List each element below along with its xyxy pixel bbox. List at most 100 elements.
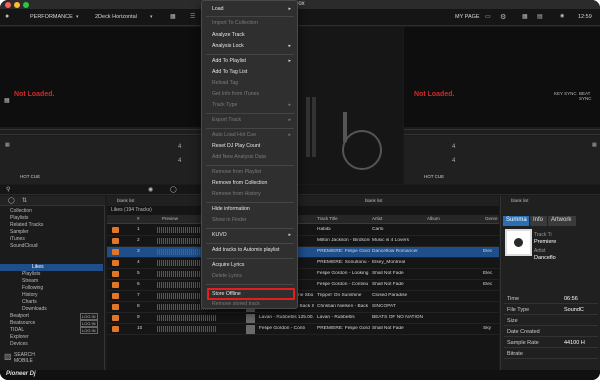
sidebar-item-likes[interactable]: Likes [0,264,103,271]
deck-2-overview[interactable] [404,129,600,135]
row-artist: PREMIERE: Sonu5onu - Rub [317,260,370,265]
tidal-login-button[interactable]: LOG IN [80,327,98,334]
sidebar-item-playlists[interactable]: Playlists [10,215,28,221]
column-artist[interactable]: Artist [372,216,382,221]
sort-icon[interactable]: ⇅ [22,197,27,204]
table-row[interactable]: 2 Milton Jackson - Birdsons Music is 4 L… [107,236,499,247]
globe-icon[interactable]: ◯ [8,197,15,204]
table-row[interactable]: 7 Trippin' On Sunshine Sbo 120.00 Am Tri… [107,291,499,302]
gear-icon[interactable]: ⚙ [500,13,506,21]
key-sync-button[interactable]: KEY SYNC [554,91,577,96]
track-tag-icon [112,260,119,266]
menu-item-hide-information[interactable]: Hide information [212,206,250,212]
preview-waveform[interactable] [157,326,217,332]
mixer-icon[interactable]: ☰ [190,13,195,20]
tab-artwork[interactable]: Artwork [548,216,576,226]
menu-item-analyze-track[interactable]: Analyze Track [212,32,245,38]
sidebar-item-tidal[interactable]: TIDAL [10,327,24,333]
column-track-title[interactable]: Track Title [317,216,338,221]
row-album: Elsey_Montreal [372,260,406,265]
column-number[interactable]: # [137,216,140,221]
table-row[interactable]: 10 Felipe Gordon - Conti PREMIERE: Felip… [107,324,499,335]
menu-item-acquire-lyrics[interactable]: Acquire Lyrics [212,262,244,268]
beat-loop-value[interactable]: 4 [452,144,455,150]
sidebar-item-sc-playlists[interactable]: Playlists [22,271,40,277]
column-preview[interactable]: Preview [162,216,178,221]
beat-jump-value[interactable]: 4 [452,158,455,164]
mode-selector[interactable]: PERFORMANCE [30,14,73,20]
search-mobile-button[interactable]: SEARCH MOBILE [14,352,46,364]
beat-jump-value[interactable]: 4 [178,158,181,164]
menu-item-add-to-playlist[interactable]: Add To Playlist [212,58,246,64]
row-album: Carlo [372,227,384,232]
column-album[interactable]: Album [427,216,440,221]
chevron-right-icon: ▸ [288,58,291,64]
sidebar-item-history[interactable]: History [22,292,38,298]
sidebar-item-itunes[interactable]: iTunes [10,236,25,242]
menu-item-remove-from-collection[interactable]: Remove from Collection [212,180,267,186]
search-icon[interactable]: ⚲ [6,186,10,193]
beatsource-login-button[interactable]: LOG IN [80,320,98,327]
sidebar-item-charts[interactable]: Charts [22,299,37,305]
mix-icon[interactable]: ◯ [170,186,177,193]
grid-view-icon[interactable]: ▦ [522,13,528,20]
close-window-button[interactable] [5,2,11,8]
loop-icon[interactable]: ▦ [5,142,10,148]
menu-item-add-new-analysis-data: Add New Analysis Data [212,154,266,160]
row-artist: Lavan - Rubbelbs [317,315,355,320]
sidebar-item-following[interactable]: Following [22,285,43,291]
monitor-icon[interactable]: ▭ [485,13,491,20]
headphones-icon[interactable]: ◉ [148,186,153,193]
sidebar-item-related-tracks[interactable]: Related Tracks [10,222,43,228]
minimize-window-button[interactable] [14,2,20,8]
mic-icon[interactable]: ◉ [560,13,564,19]
row-artist: PREMIERE: Felipe Gordon [317,326,370,331]
menu-item-load[interactable]: Load [212,6,224,12]
deck-2-status: Not Loaded. [414,91,455,98]
table-row[interactable]: 1 Habibi Carlo [107,225,499,236]
deck-2[interactable]: Not Loaded. KEY SYNC BEAT SYNC [404,27,600,127]
preview-waveform[interactable] [157,315,217,321]
my-page-button[interactable]: MY PAGE [455,14,480,20]
sidebar-item-soundcloud[interactable]: SoundCloud [10,243,38,249]
sidebar-item-downloads[interactable]: Downloads [22,306,47,312]
tab-info[interactable]: Info [530,216,547,226]
loop-icon[interactable]: ▦ [592,142,597,148]
menu-separator [206,128,294,129]
sidebar-item-devices[interactable]: Devices [10,341,28,347]
hot-cue-label[interactable]: HOT CUE [20,174,40,179]
hot-cue-label[interactable]: HOT CUE [424,174,444,179]
beatport-login-button[interactable]: LOG IN [80,313,98,320]
settings-menu-icon[interactable]: ● [5,13,9,20]
beat-loop-value[interactable]: 4 [178,144,181,150]
menu-item-kuvo[interactable]: KUVO [212,232,227,238]
sidebar-item-explorer[interactable]: Explorer [10,334,29,340]
channel-fader-1[interactable] [306,97,310,157]
table-row[interactable]: 8 Christian Nielsen - Back SINCOPAT Chri… [107,302,499,313]
menu-item-add-to-tag-list[interactable]: Add To Tag List [212,69,247,75]
sidebar-item-beatport[interactable]: Beatport [10,313,29,319]
channel-fader-2[interactable] [312,97,316,157]
menu-item-add-tracks-to-automix[interactable]: Add tracks to Automix playlist [212,247,279,253]
sidebar-item-collection[interactable]: Collection [10,208,32,214]
menu-item-analysis-lock[interactable]: Analysis Lock [212,43,244,49]
column-genre[interactable]: Genre [485,216,498,221]
row-album: Shall Not Fade [372,326,404,331]
sidebar-item-sampler[interactable]: Sampler [10,229,29,235]
sidebar-item-stream[interactable]: Stream [22,278,38,284]
sidebar-item-beatsource[interactable]: Beatsource [10,320,35,326]
maximize-window-button[interactable] [23,2,29,8]
menu-item-reset-dj-play-count[interactable]: Reset DJ Play Count [212,143,260,149]
grid-icon[interactable]: ▦ [170,13,176,20]
jog-wheel-2[interactable] [342,130,382,170]
tab-summary[interactable]: Summa [503,216,529,226]
layout-selector[interactable]: 2Deck Horizontal [95,14,137,20]
table-row[interactable]: 9 Lavan - Rubbelbs 125.00 Am Lavan - Rub… [107,313,499,324]
table-row[interactable]: 4 PREMIERE: Sonu5onu - Rub Elsey_Montrea… [107,258,499,269]
beat-sync-button[interactable]: BEAT SYNC [579,91,600,101]
table-row[interactable]: 3 PREMIERE: Felipe Gordon - Danceflo Dan… [107,247,499,258]
columns-icon[interactable]: ▤ [537,13,543,20]
table-row[interactable]: 6 Felipe Gordon - Continu Shall Not Fade… [107,280,499,291]
table-row[interactable]: 5 Felipe Gordon - Looking Shall Not Fade… [107,269,499,280]
playlist-title: Likes (194 Tracks) [111,207,152,213]
